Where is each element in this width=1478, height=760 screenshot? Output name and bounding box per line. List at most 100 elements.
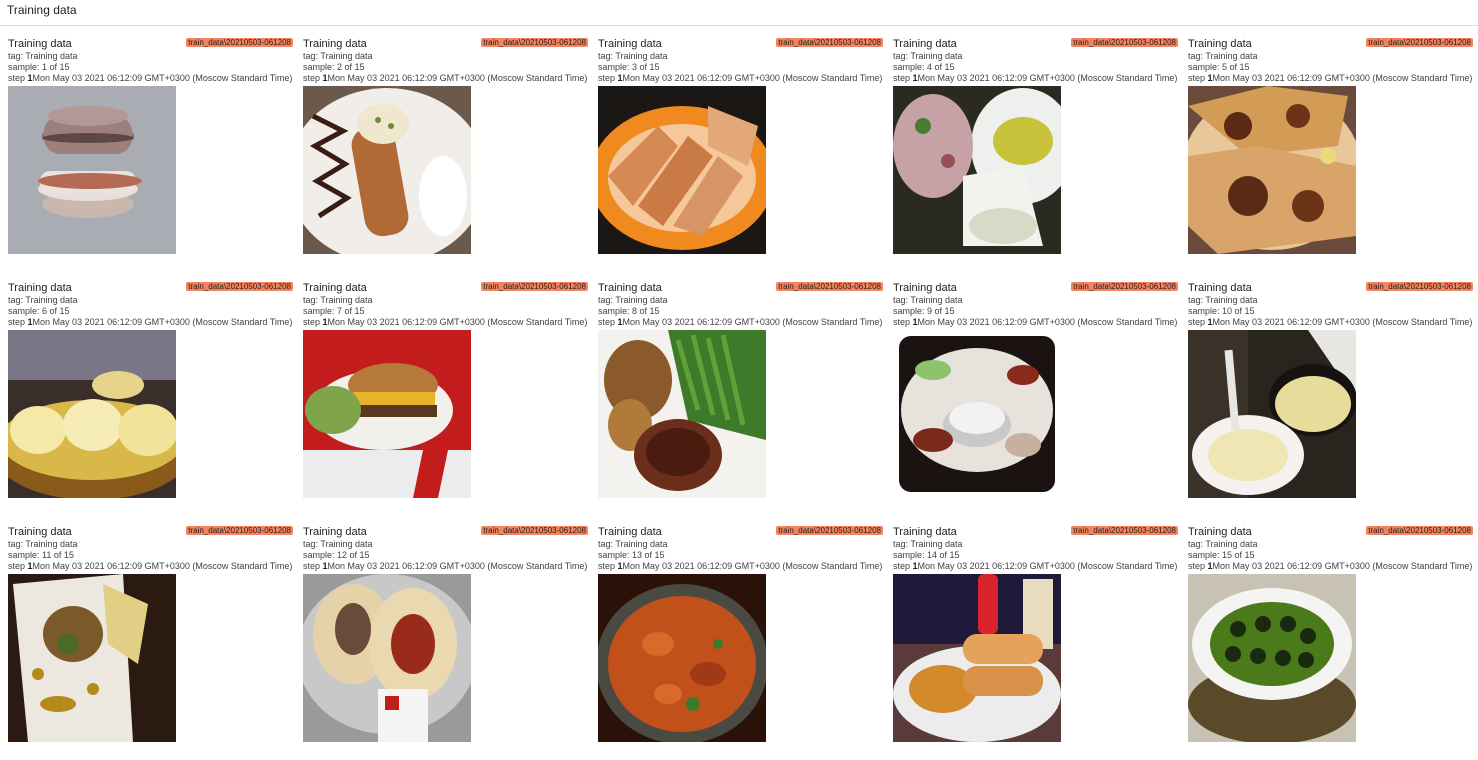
step-line: step 1Mon May 03 2021 06:12:09 GMT+0300 … <box>598 73 883 84</box>
step-line: step 1Mon May 03 2021 06:12:09 GMT+0300 … <box>8 317 293 328</box>
timestamp: Mon May 03 2021 06:12:09 GMT+0300 (Mosco… <box>327 317 588 327</box>
step-line: step 1Mon May 03 2021 06:12:09 GMT+0300 … <box>893 317 1178 328</box>
step-line: step 1Mon May 03 2021 06:12:09 GMT+0300 … <box>303 73 588 84</box>
step-line: step 1Mon May 03 2021 06:12:09 GMT+0300 … <box>8 73 293 84</box>
sample-label: sample: 3 of 15 <box>598 62 660 72</box>
step-line: step 1Mon May 03 2021 06:12:09 GMT+0300 … <box>893 73 1178 84</box>
sample-label: sample: 10 of 15 <box>1188 306 1255 316</box>
salad-plate-icon[interactable] <box>893 86 1061 254</box>
run-badge: train_data\20210503-061208 <box>1071 38 1178 47</box>
run-badge: train_data\20210503-061208 <box>1071 282 1178 291</box>
image-card: Training data train_data\20210503-061208… <box>303 526 588 760</box>
step-line: step 1Mon May 03 2021 06:12:09 GMT+0300 … <box>893 561 1178 572</box>
run-badge: train_data\20210503-061208 <box>481 526 588 535</box>
timestamp: Mon May 03 2021 06:12:09 GMT+0300 (Mosco… <box>327 73 588 83</box>
step-line: step 1Mon May 03 2021 06:12:09 GMT+0300 … <box>303 561 588 572</box>
cannoli-icon[interactable] <box>303 86 471 254</box>
image-card: Training data train_data\20210503-061208… <box>1188 282 1473 516</box>
tag-label: tag: Training data <box>8 295 78 305</box>
tag-label: tag: Training data <box>303 539 373 549</box>
timestamp: Mon May 03 2021 06:12:09 GMT+0300 (Mosco… <box>1212 73 1473 83</box>
timestamp: Mon May 03 2021 06:12:09 GMT+0300 (Mosco… <box>1212 561 1473 571</box>
sample-label: sample: 5 of 15 <box>1188 62 1250 72</box>
run-badge: train_data\20210503-061208 <box>481 38 588 47</box>
step-label: step <box>893 317 911 327</box>
plated-dish-icon[interactable] <box>8 574 176 742</box>
run-badge: train_data\20210503-061208 <box>776 526 883 535</box>
image-card: Training data train_data\20210503-061208… <box>893 526 1178 760</box>
step-line: step 1Mon May 03 2021 06:12:09 GMT+0300 … <box>8 561 293 572</box>
tag-label: tag: Training data <box>1188 51 1258 61</box>
image-card: Training data train_data\20210503-061208… <box>893 38 1178 272</box>
timestamp: Mon May 03 2021 06:12:09 GMT+0300 (Mosco… <box>622 561 883 571</box>
step-label: step <box>598 317 616 327</box>
run-badge: train_data\20210503-061208 <box>186 526 293 535</box>
tag-label: tag: Training data <box>598 539 668 549</box>
step-label: step <box>8 317 26 327</box>
image-card: Training data train_data\20210503-061208… <box>893 282 1178 516</box>
sandwich-icon[interactable] <box>893 574 1061 742</box>
run-badge: train_data\20210503-061208 <box>776 38 883 47</box>
burger-icon[interactable] <box>303 330 471 498</box>
timestamp: Mon May 03 2021 06:12:09 GMT+0300 (Mosco… <box>917 317 1178 327</box>
step-label: step <box>1188 561 1206 571</box>
image-card: Training data train_data\20210503-061208… <box>1188 526 1473 760</box>
dumplings-icon[interactable] <box>8 330 176 498</box>
sample-label: sample: 15 of 15 <box>1188 550 1255 560</box>
run-badge: train_data\20210503-061208 <box>186 282 293 291</box>
image-card: Training data train_data\20210503-061208… <box>8 38 293 272</box>
sample-label: sample: 12 of 15 <box>303 550 370 560</box>
tag-label: tag: Training data <box>1188 539 1258 549</box>
run-badge: train_data\20210503-061208 <box>1366 526 1473 535</box>
timestamp: Mon May 03 2021 06:12:09 GMT+0300 (Mosco… <box>917 73 1178 83</box>
run-badge: train_data\20210503-061208 <box>186 38 293 47</box>
step-line: step 1Mon May 03 2021 06:12:09 GMT+0300 … <box>1188 317 1473 328</box>
step-label: step <box>598 561 616 571</box>
timestamp: Mon May 03 2021 06:12:09 GMT+0300 (Mosco… <box>32 561 293 571</box>
image-card: Training data train_data\20210503-061208… <box>303 282 588 516</box>
step-label: step <box>598 73 616 83</box>
image-card: Training data train_data\20210503-061208… <box>8 282 293 516</box>
macaron-icon[interactable] <box>8 86 176 254</box>
escargot-icon[interactable] <box>1188 574 1356 742</box>
sample-label: sample: 11 of 15 <box>8 550 74 560</box>
tag-label: tag: Training data <box>8 51 78 61</box>
sample-label: sample: 2 of 15 <box>303 62 365 72</box>
burrito-icon[interactable] <box>303 574 471 742</box>
run-badge: train_data\20210503-061208 <box>1071 526 1178 535</box>
tag-label: tag: Training data <box>893 539 963 549</box>
image-grid: Training data train_data\20210503-061208… <box>8 38 1473 760</box>
step-label: step <box>8 561 26 571</box>
timestamp: Mon May 03 2021 06:12:09 GMT+0300 (Mosco… <box>622 317 883 327</box>
run-badge: train_data\20210503-061208 <box>481 282 588 291</box>
cooking-pan-icon[interactable] <box>1188 330 1356 498</box>
step-label: step <box>893 73 911 83</box>
step-label: step <box>303 317 321 327</box>
image-card: Training data train_data\20210503-061208… <box>303 38 588 272</box>
salmon-icon[interactable] <box>598 86 766 254</box>
image-card: Training data train_data\20210503-061208… <box>598 526 883 760</box>
steak-icon[interactable] <box>598 330 766 498</box>
sample-label: sample: 6 of 15 <box>8 306 70 316</box>
run-badge: train_data\20210503-061208 <box>1366 38 1473 47</box>
sample-label: sample: 8 of 15 <box>598 306 660 316</box>
tag-label: tag: Training data <box>893 295 963 305</box>
page-title: Training data <box>0 0 1478 26</box>
tag-label: tag: Training data <box>8 539 78 549</box>
sample-label: sample: 1 of 15 <box>8 62 70 72</box>
run-badge: train_data\20210503-061208 <box>776 282 883 291</box>
step-label: step <box>303 561 321 571</box>
tag-label: tag: Training data <box>893 51 963 61</box>
curry-icon[interactable] <box>598 574 766 742</box>
tag-label: tag: Training data <box>1188 295 1258 305</box>
step-line: step 1Mon May 03 2021 06:12:09 GMT+0300 … <box>303 317 588 328</box>
quesadilla-icon[interactable] <box>1188 86 1356 254</box>
step-label: step <box>303 73 321 83</box>
platter-icon[interactable] <box>893 330 1061 498</box>
tag-label: tag: Training data <box>303 295 373 305</box>
sample-label: sample: 7 of 15 <box>303 306 365 316</box>
sample-label: sample: 4 of 15 <box>893 62 955 72</box>
timestamp: Mon May 03 2021 06:12:09 GMT+0300 (Mosco… <box>917 561 1178 571</box>
sample-label: sample: 13 of 15 <box>598 550 665 560</box>
timestamp: Mon May 03 2021 06:12:09 GMT+0300 (Mosco… <box>622 73 883 83</box>
